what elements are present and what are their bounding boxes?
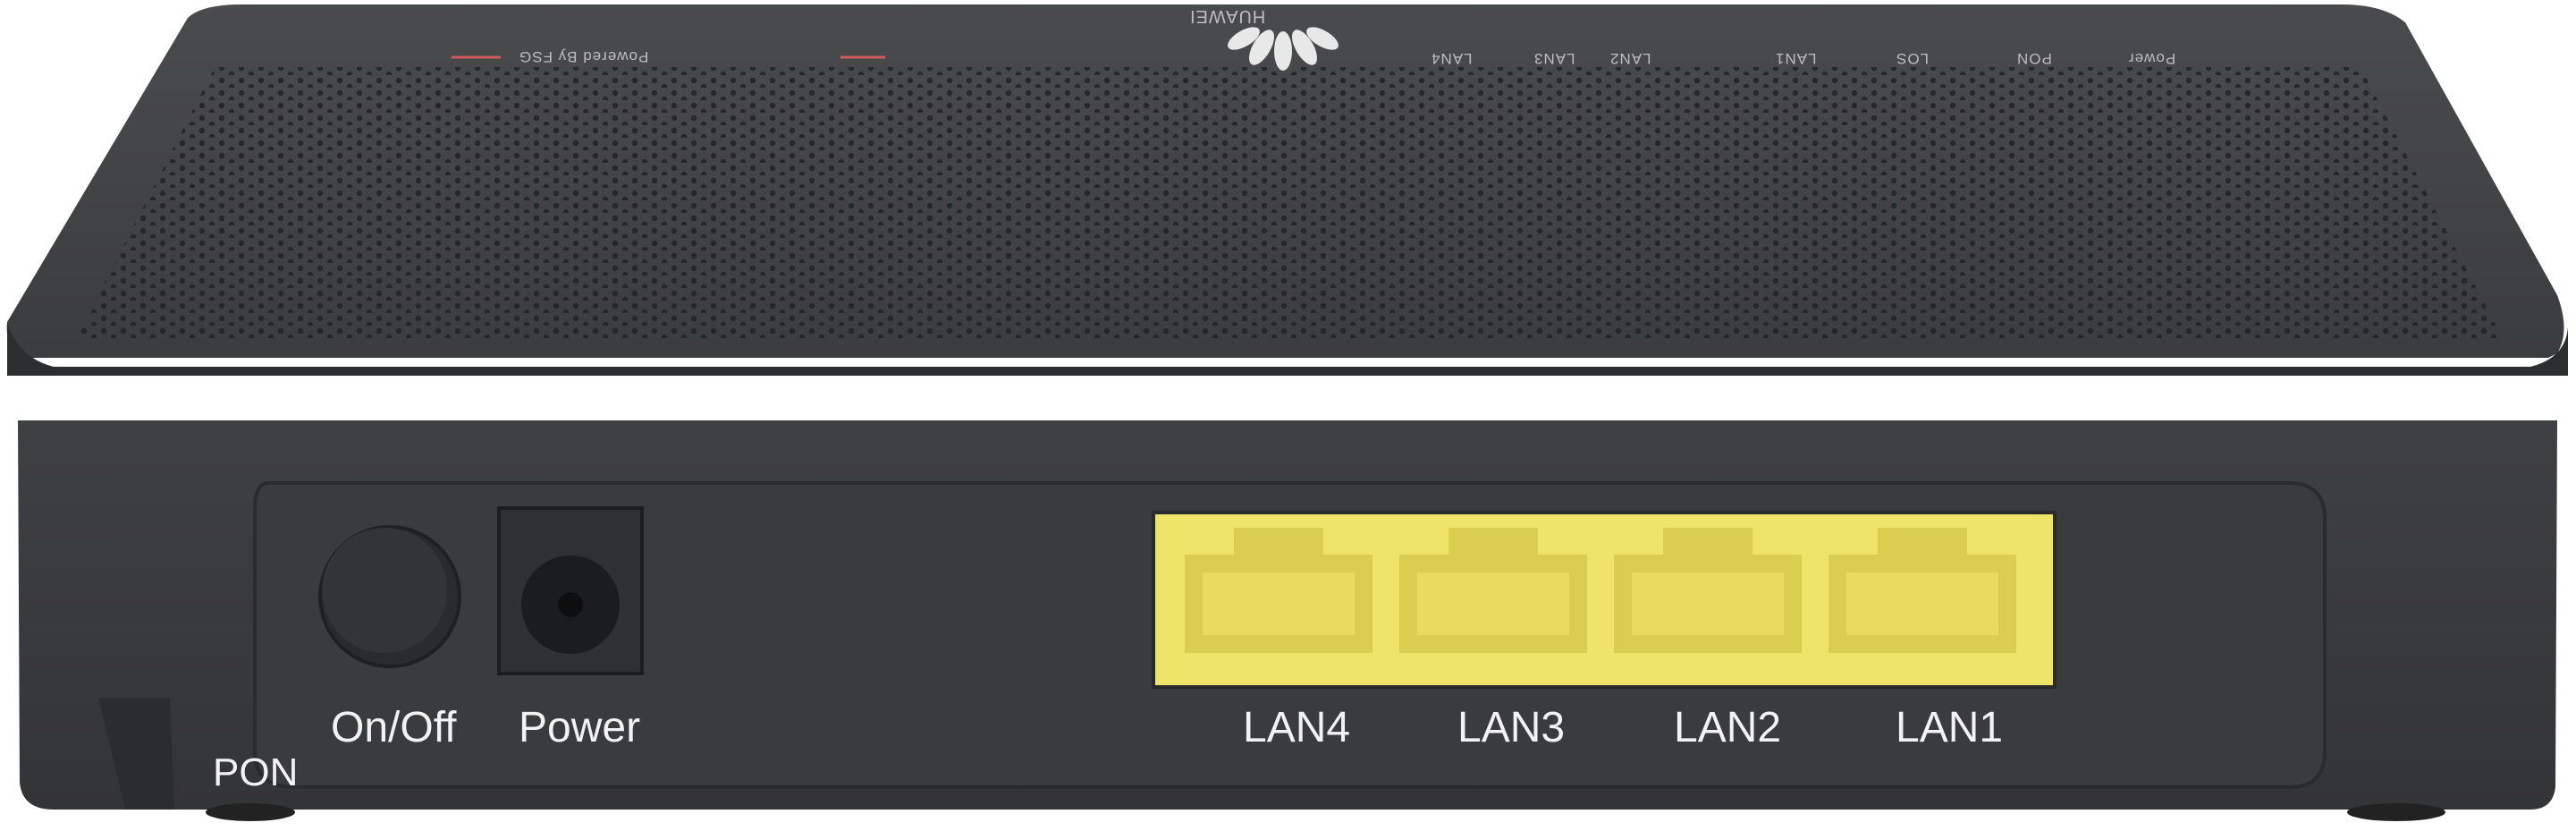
foot-right xyxy=(2347,803,2445,821)
router-photo: HUAWEI Powered By FSG LAN4 LAN3 LAN2 LAN… xyxy=(0,0,2576,831)
indicator-lan1: LAN1 xyxy=(1775,50,1817,67)
lan4-label: LAN4 xyxy=(1243,704,1351,751)
brand-logo-text: HUAWEI xyxy=(1189,6,1266,26)
lan3-label: LAN3 xyxy=(1457,704,1566,751)
indicator-los: LOS xyxy=(1896,50,1930,67)
vent-grille xyxy=(76,67,2504,340)
tagline-text: Powered By FSG xyxy=(519,48,649,65)
indicator-lan4: LAN4 xyxy=(1431,50,1473,67)
indicator-lan2: LAN2 xyxy=(1609,50,1651,67)
lan2-label: LAN2 xyxy=(1674,704,1782,751)
indicator-power: Power xyxy=(2128,50,2176,67)
pon-label: PON xyxy=(213,750,299,794)
power-label: Power xyxy=(519,704,641,751)
indicator-lan3: LAN3 xyxy=(1533,50,1575,67)
indicator-pon: PON xyxy=(2016,50,2052,67)
on-off-label: On/Off xyxy=(331,704,457,751)
lan1-label: LAN1 xyxy=(1896,704,2004,751)
foot-left xyxy=(206,803,295,821)
